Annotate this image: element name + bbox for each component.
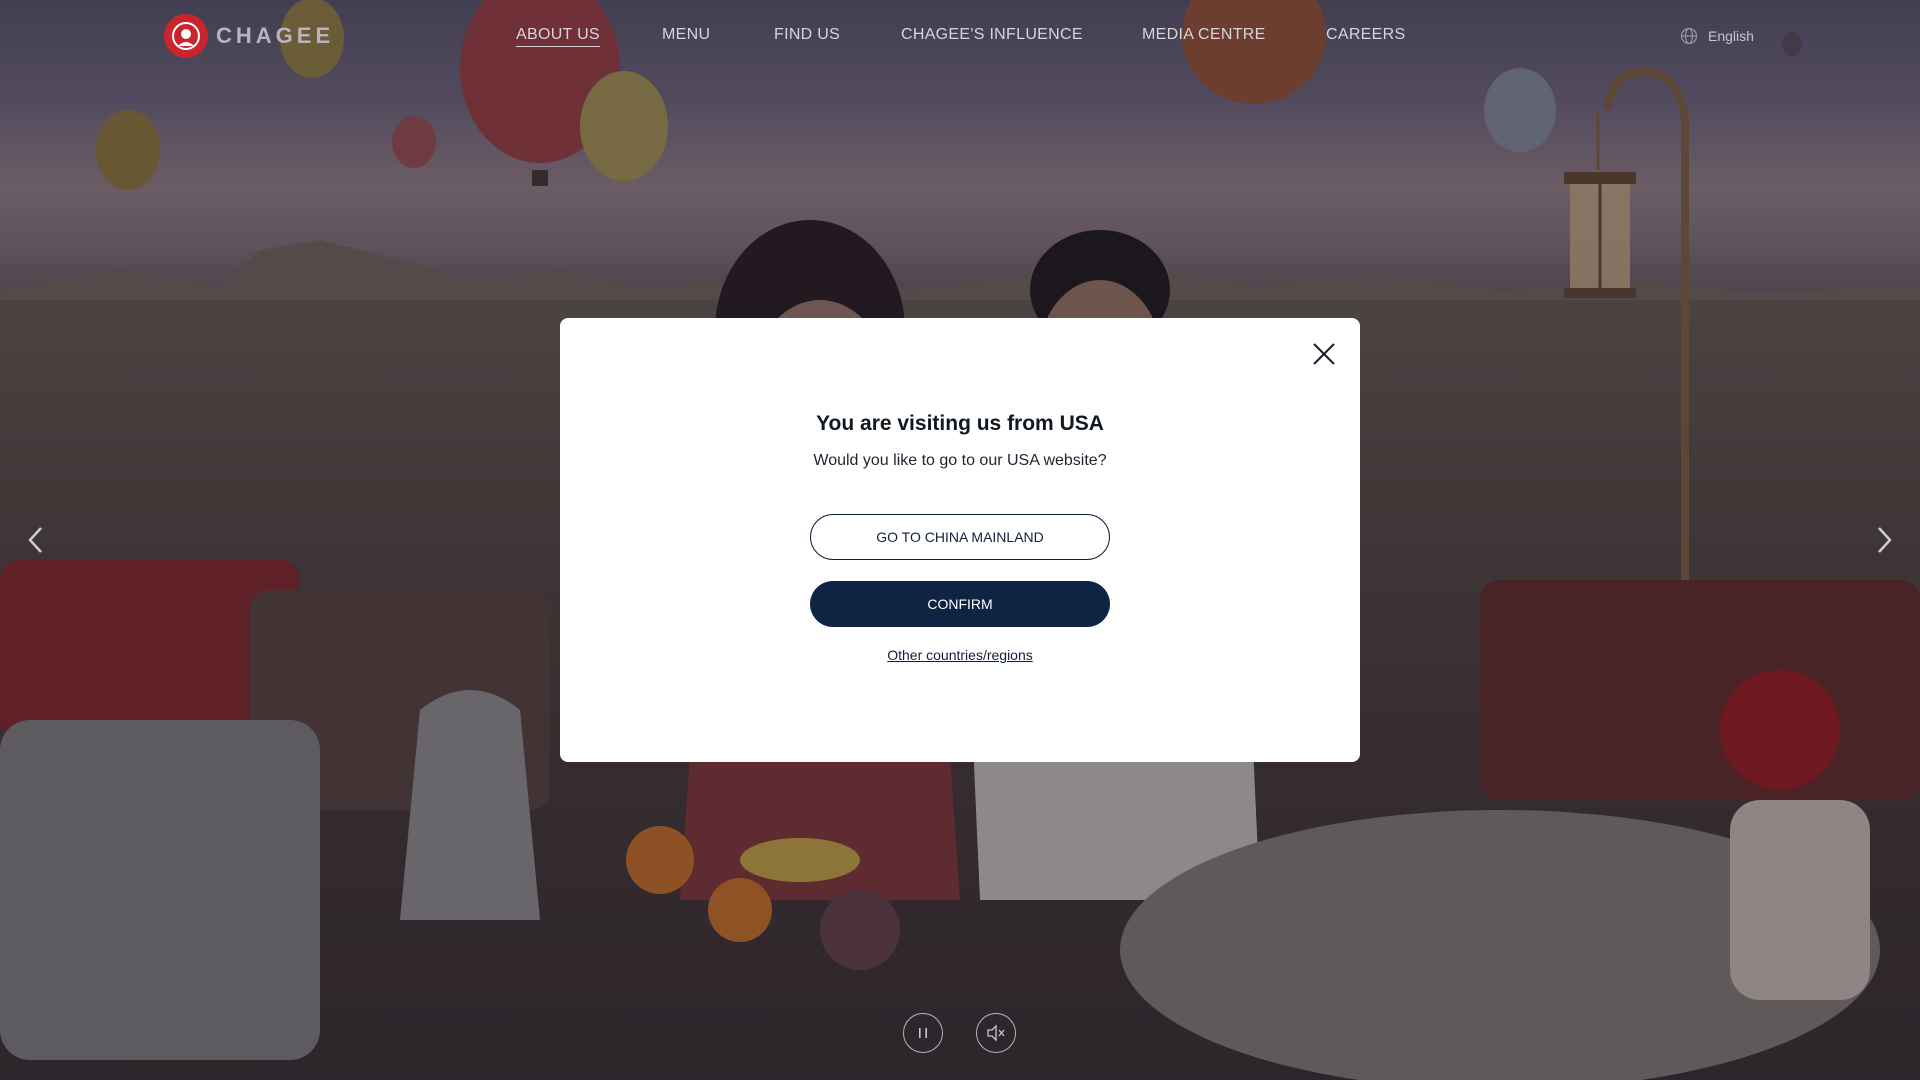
nav-about-us[interactable]: ABOUT US xyxy=(516,26,600,47)
carousel-next-button[interactable] xyxy=(1872,524,1896,556)
chevron-left-icon xyxy=(28,527,42,553)
pause-icon xyxy=(919,1028,927,1038)
close-icon xyxy=(1313,343,1335,365)
other-countries-link[interactable]: Other countries/regions xyxy=(560,647,1360,663)
modal-subtitle: Would you like to go to our USA website? xyxy=(813,452,1107,469)
speaker-muted-icon xyxy=(987,1024,1005,1042)
region-modal: You are visiting us from USA Would you l… xyxy=(560,318,1360,762)
video-mute-button[interactable] xyxy=(976,1013,1016,1053)
nav-menu[interactable]: MENU xyxy=(662,26,710,44)
carousel-prev-button[interactable] xyxy=(24,524,48,556)
modal-close-button[interactable] xyxy=(1310,340,1338,368)
modal-title: You are visiting us from USA xyxy=(816,412,1104,435)
confirm-button[interactable]: CONFIRM xyxy=(810,581,1110,627)
brand-logo[interactable]: CHAGEE xyxy=(164,14,334,58)
brand-name: CHAGEE xyxy=(216,23,335,48)
go-to-china-mainland-button[interactable]: GO TO CHINA MAINLAND xyxy=(810,514,1110,560)
video-pause-button[interactable] xyxy=(903,1013,943,1053)
nav-chagees-influence[interactable]: CHAGEE'S INFLUENCE xyxy=(901,26,1083,44)
site-header: CHAGEE ABOUT US MENU FIND US CHAGEE'S IN… xyxy=(0,0,1920,74)
language-label: English xyxy=(1708,28,1754,44)
language-selector[interactable]: English xyxy=(1680,27,1754,45)
nav-find-us[interactable]: FIND US xyxy=(774,26,840,44)
chagee-logo-icon xyxy=(164,14,208,58)
globe-icon xyxy=(1680,27,1698,45)
chevron-right-icon xyxy=(1878,527,1892,553)
nav-careers[interactable]: CAREERS xyxy=(1326,26,1405,44)
nav-media-centre[interactable]: MEDIA CENTRE xyxy=(1142,26,1266,44)
